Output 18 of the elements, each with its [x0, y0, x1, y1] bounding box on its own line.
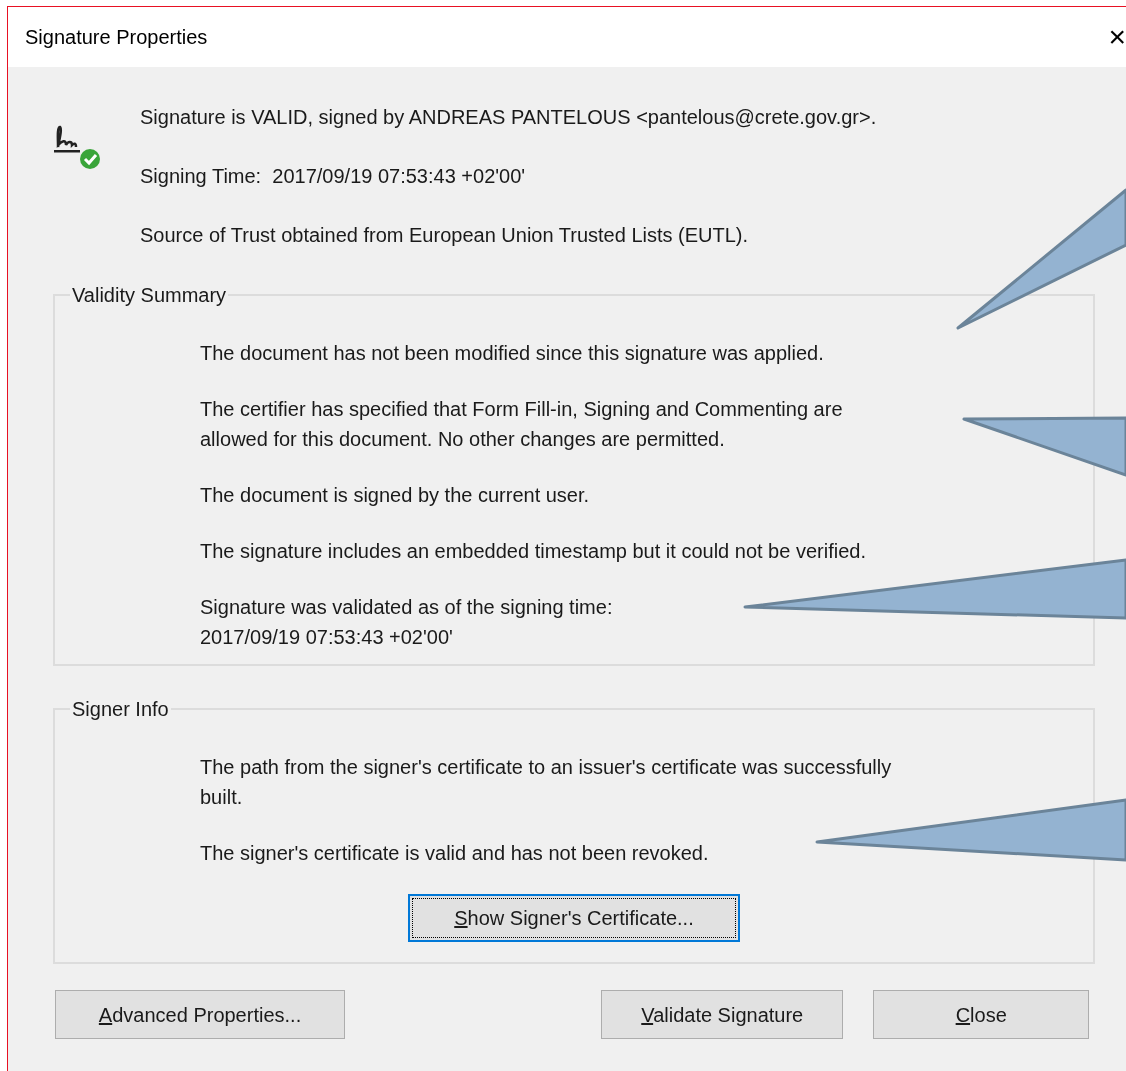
- summary-text: Signature is VALID, signed by ANDREAS PANTELOUS <pantelous@crete.gov.gr>.: [140, 105, 877, 130]
- status-text: The signature includes an embedded timestamp but it could not be verified.: [200, 539, 866, 564]
- status-text: The path from the signer's certificate to an issuer's certificate was successfully built.: [200, 755, 892, 810]
- group-title: Validity Summary: [71, 283, 228, 308]
- show-certificate-button[interactable]: Show Signer's Certificate...: [408, 894, 740, 942]
- status-text: Signature was validated as of the signing time: 2017/09/19 07:53:43 +02'00': [200, 595, 613, 650]
- status-text: The document is signed by the current user.: [200, 483, 590, 508]
- validate-signature-button[interactable]: Validate Signature: [601, 990, 844, 1039]
- status-text: The signer's certificate is valid and has not been revoked.: [200, 841, 709, 866]
- close-button[interactable]: Close: [873, 990, 1089, 1039]
- window-title: Signature Properties: [25, 25, 208, 50]
- summary-text: Signing Time: 2017/09/19 07:53:43 +02'00': [140, 164, 527, 189]
- summary-text: Source of Trust obtained from European Union Trusted Lists (EUTL).: [140, 223, 750, 248]
- group-title: Signer Info: [71, 697, 170, 722]
- close-button[interactable]: ×: [1104, 22, 1126, 52]
- status-text: The certifier has specified that Form Fill-in, Signing and Commenting are allowed for this document. No other changes are permitted.: [200, 397, 843, 452]
- advanced-properties-button[interactable]: Advanced Properties...: [55, 990, 346, 1039]
- status-text: The document has not been modified since this signature was applied.: [200, 341, 824, 366]
